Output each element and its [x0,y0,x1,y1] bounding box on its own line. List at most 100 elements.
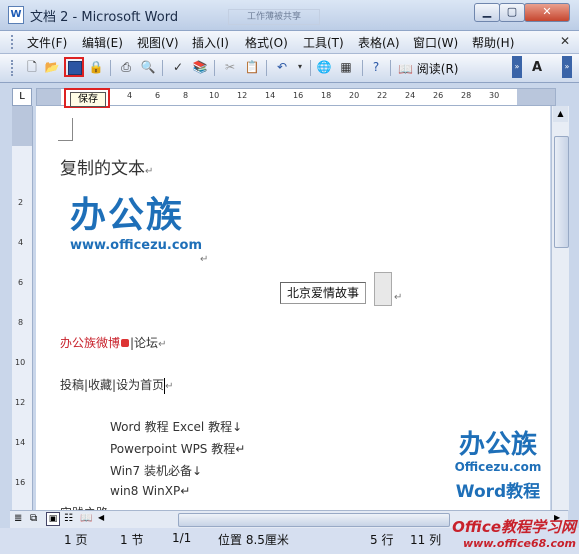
read-mode-button[interactable]: 📖 阅读(R) [398,60,458,77]
ruler-number: 22 [377,91,388,100]
toolbar-grip-icon [11,60,16,76]
reading-view-icon[interactable]: 📖 [80,513,92,524]
menu-edit[interactable]: 编辑(E) [82,34,123,51]
horizontal-ruler[interactable]: 4 6 8 10 12 14 16 18 20 22 24 26 28 30 [36,88,556,106]
toolbar-separator [214,60,215,76]
logo-image[interactable]: 办公族 www.officezu.com [70,195,202,254]
menu-insert[interactable]: 插入(I) [192,34,229,51]
list-item: Word 教程 Excel 教程↓ [110,420,243,434]
weibo-link[interactable]: 办公族微博 [60,336,120,350]
vruler-number: 6 [18,278,24,287]
undo-dropdown-icon[interactable]: ▾ [292,59,308,75]
help-icon[interactable]: ? [368,59,384,75]
textbox-scroll[interactable] [374,272,392,306]
read-mode-label: 阅读(R) [416,62,459,76]
tab-selector[interactable]: L [12,88,32,106]
site-watermark-url: www.office68.com [462,537,576,550]
menu-window[interactable]: 窗口(W) [413,34,458,51]
table-icon[interactable]: ▦ [338,59,354,75]
vruler-number: 8 [18,318,24,327]
vruler-margin [12,106,32,146]
toolbar-separator [110,60,111,76]
vruler-number: 12 [15,398,26,407]
minimize-button[interactable]: ▁ [474,3,500,22]
paragraph-mark: ↵ [200,254,209,265]
save-icon [68,61,82,75]
textbox-text: 北京爱情故事 [286,286,359,300]
menu-help[interactable]: 帮助(H) [472,34,514,51]
vruler-number: 10 [15,358,26,367]
list-item: Powerpoint WPS 教程↵ [110,442,246,456]
hscroll-thumb[interactable] [178,513,450,527]
menu-view[interactable]: 视图(V) [137,34,179,51]
menu-bar: 文件(F) 编辑(E) 视图(V) 插入(I) 格式(O) 工具(T) 表格(A… [0,31,579,54]
tooltip-inner: 保存 [70,92,106,107]
ruler-number: 10 [209,91,220,100]
toolbar-options-icon[interactable]: » [512,56,522,78]
standard-toolbar: 🗋 📂 🔒 ⎙ 🔍 ✓ 📚 ✂ 📋 ↶ ▾ 🌐 ▦ ? 📖 阅读(R) » A … [0,54,579,83]
permission-icon[interactable]: 🔒 [88,59,104,75]
word-app-icon[interactable]: W [8,6,24,24]
cut-icon[interactable]: ✂ [222,59,238,75]
open-folder-icon[interactable]: 📂 [44,59,60,75]
print-icon[interactable]: ⎙ [118,59,134,75]
forum-link[interactable]: |论坛 [130,336,158,350]
menu-grip-icon [11,35,16,49]
watermark-line3: Word教程 [455,482,541,502]
scroll-up-icon[interactable]: ▲ [553,106,568,122]
vertical-ruler[interactable]: 2 4 6 8 10 12 14 16 [12,106,33,510]
watermark-line1: 办公族 [458,430,537,460]
print-preview-icon[interactable]: 🔍 [140,59,156,75]
toolbar-options-icon-2[interactable]: » [562,56,572,78]
ruler-margin-right [517,89,555,105]
print-layout-icon[interactable]: ▣ [46,512,60,526]
vruler-number: 2 [18,198,24,207]
new-document-icon[interactable]: 🗋 [24,59,40,75]
maximize-button[interactable]: ▢ [499,3,525,22]
spelling-icon[interactable]: ✓ [170,59,186,75]
undo-icon[interactable]: ↶ [274,59,290,75]
paragraph-mark: ↵ [158,339,167,350]
ruler-number: 12 [237,91,248,100]
vertical-scrollbar[interactable]: ▲ [551,106,569,510]
close-doc-icon[interactable]: ✕ [560,34,570,48]
window-title: 文档 2 - Microsoft Word [30,10,179,25]
toolbar-separator [266,60,267,76]
menu-file[interactable]: 文件(F) [27,34,67,51]
menu-format[interactable]: 格式(O) [245,34,288,51]
paragraph-mark: ↵ [165,381,174,392]
ruler-number: 14 [265,91,276,100]
save-button-highlight[interactable] [64,57,84,77]
margin-corner [58,118,73,141]
paste-icon[interactable]: 📋 [244,59,260,75]
ruler-number: 6 [155,91,161,100]
web-view-icon[interactable]: ⧉ [30,513,37,524]
outline-view-icon[interactable]: ☷ [64,513,73,524]
title-bar: W 文档 2 - Microsoft Word 工作薄被共享 ▁ ▢ ✕ [0,0,579,31]
links-text[interactable]: 投稿|收藏|设为首页 [60,378,164,392]
menu-tools[interactable]: 工具(T) [303,34,344,51]
document-heading[interactable]: 复制的文本↵ [60,154,153,179]
ghost-tab: 工作薄被共享 [228,9,320,25]
hyperlink-icon[interactable]: 🌐 [316,59,332,75]
scroll-left-icon[interactable]: ◀ [98,513,104,522]
ruler-number: 4 [127,91,133,100]
scroll-thumb[interactable] [554,136,569,248]
normal-view-icon[interactable]: ≣ [14,513,22,524]
ruler-number: 26 [433,91,444,100]
save-tooltip: 保存 [64,88,110,108]
site-watermark: Office教程学习网 www.office68.com [440,516,576,550]
document-page[interactable]: 复制的文本↵ 办公族 www.officezu.com ↵ 北京爱情故事 ↵ 办… [36,106,550,520]
ruler-number: 30 [489,91,500,100]
vruler-number: 16 [15,478,26,487]
ruler-number: 18 [321,91,332,100]
close-button[interactable]: ✕ [524,3,570,22]
textbox-control[interactable]: 北京爱情故事 [280,282,366,304]
research-icon[interactable]: 📚 [192,59,208,75]
menu-table[interactable]: 表格(A) [358,34,400,51]
logo-text: 办公族 [70,195,185,236]
weibo-line: 办公族微博 |论坛↵ [60,334,166,351]
font-size-button[interactable]: A [532,60,542,75]
watermark-line2: Officezu.com [454,460,542,474]
ruler-margin [37,89,61,105]
